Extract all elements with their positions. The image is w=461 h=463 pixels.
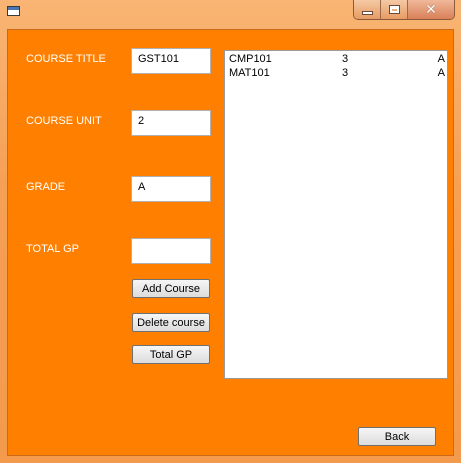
course-grade: A <box>437 53 445 65</box>
add-course-button[interactable]: Add Course <box>132 279 210 298</box>
course-unit-input[interactable]: 2 <box>131 110 211 136</box>
back-button[interactable]: Back <box>358 427 436 446</box>
total-gp-label: TOTAL GP <box>26 243 79 255</box>
list-item[interactable]: CMP101 3 A <box>229 53 445 66</box>
list-item[interactable]: MAT101 3 A <box>229 67 445 80</box>
title-bar[interactable]: ✕ <box>0 0 461 22</box>
maximize-icon <box>388 5 400 14</box>
course-grade: A <box>437 67 445 79</box>
course-title-label: COURSE TITLE <box>26 53 106 65</box>
course-unit-label: COURSE UNIT <box>26 115 102 127</box>
grade-input[interactable]: A <box>131 176 211 202</box>
minimize-button[interactable] <box>354 0 381 19</box>
delete-course-button[interactable]: Delete course <box>132 313 210 332</box>
course-code: CMP101 <box>229 53 272 65</box>
total-gp-input[interactable] <box>131 238 211 264</box>
course-title-input[interactable]: GST101 <box>131 48 211 74</box>
course-code: MAT101 <box>229 67 270 79</box>
app-window-icon[interactable] <box>7 6 20 16</box>
maximize-button[interactable] <box>381 0 408 19</box>
window-frame: ✕ COURSE TITLE GST101 COURSE UNIT 2 GRAD… <box>0 0 461 463</box>
window-controls: ✕ <box>353 0 455 20</box>
close-icon: ✕ <box>425 1 437 18</box>
total-gp-button[interactable]: Total GP <box>132 345 210 364</box>
minimize-icon <box>361 10 373 15</box>
course-list[interactable]: CMP101 3 A MAT101 3 A <box>224 50 448 379</box>
grade-label: GRADE <box>26 181 66 193</box>
course-unit: 3 <box>342 53 349 65</box>
course-unit: 3 <box>342 67 349 79</box>
form-client-area: COURSE TITLE GST101 COURSE UNIT 2 GRADE … <box>7 29 454 456</box>
close-button[interactable]: ✕ <box>408 0 454 19</box>
